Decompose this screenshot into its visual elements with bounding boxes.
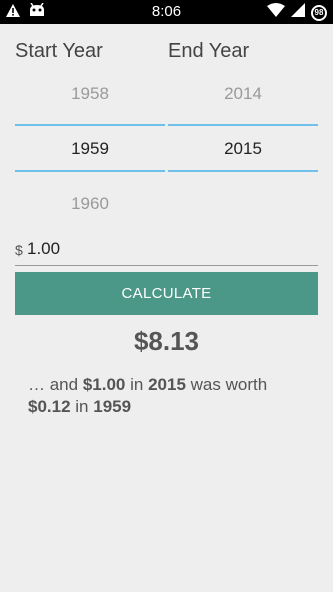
signal-icon — [291, 3, 305, 22]
result-explanation: … and $1.00 in 2015 was worth $0.12 in 1… — [28, 374, 298, 418]
calculate-button[interactable]: CALCULATE — [15, 272, 318, 315]
result-value: $8.13 — [133, 326, 200, 356]
currency-symbol: $ — [15, 242, 23, 258]
explain-prefix: … and — [28, 375, 79, 394]
end-year-prev[interactable]: 2014 — [168, 84, 318, 104]
end-year-selected[interactable]: 2015 — [168, 139, 318, 159]
picker-divider — [168, 124, 318, 126]
end-year-label: End Year — [168, 40, 250, 62]
explain-in: in — [130, 375, 144, 394]
picker-divider — [168, 170, 318, 172]
start-year-prev[interactable]: 1958 — [15, 84, 165, 104]
explain-amount: $1.00 — [82, 375, 126, 394]
explain-was-worth: was worth — [190, 375, 268, 394]
battery-icon: 98 — [311, 4, 327, 21]
explain-in: in — [75, 397, 89, 416]
start-year-next[interactable]: 1960 — [15, 194, 165, 214]
amount-field[interactable]: $ — [15, 234, 318, 268]
picker-divider — [15, 124, 165, 126]
start-year-picker[interactable]: 1958 1959 1960 — [15, 74, 165, 230]
wifi-icon — [267, 3, 285, 22]
explain-worth-value: $0.12 — [28, 397, 71, 416]
start-year-selected[interactable]: 1959 — [15, 139, 165, 159]
status-bar: 8:06 98 — [0, 0, 333, 24]
amount-input[interactable] — [27, 236, 317, 262]
amount-underline — [15, 265, 318, 266]
end-year-picker[interactable]: 2014 2015 — [168, 74, 318, 230]
explain-end-year: 2015 — [148, 375, 186, 394]
explain-start-year: 1959 — [93, 397, 132, 416]
start-year-label: Start Year — [15, 40, 103, 62]
picker-divider — [15, 170, 165, 172]
